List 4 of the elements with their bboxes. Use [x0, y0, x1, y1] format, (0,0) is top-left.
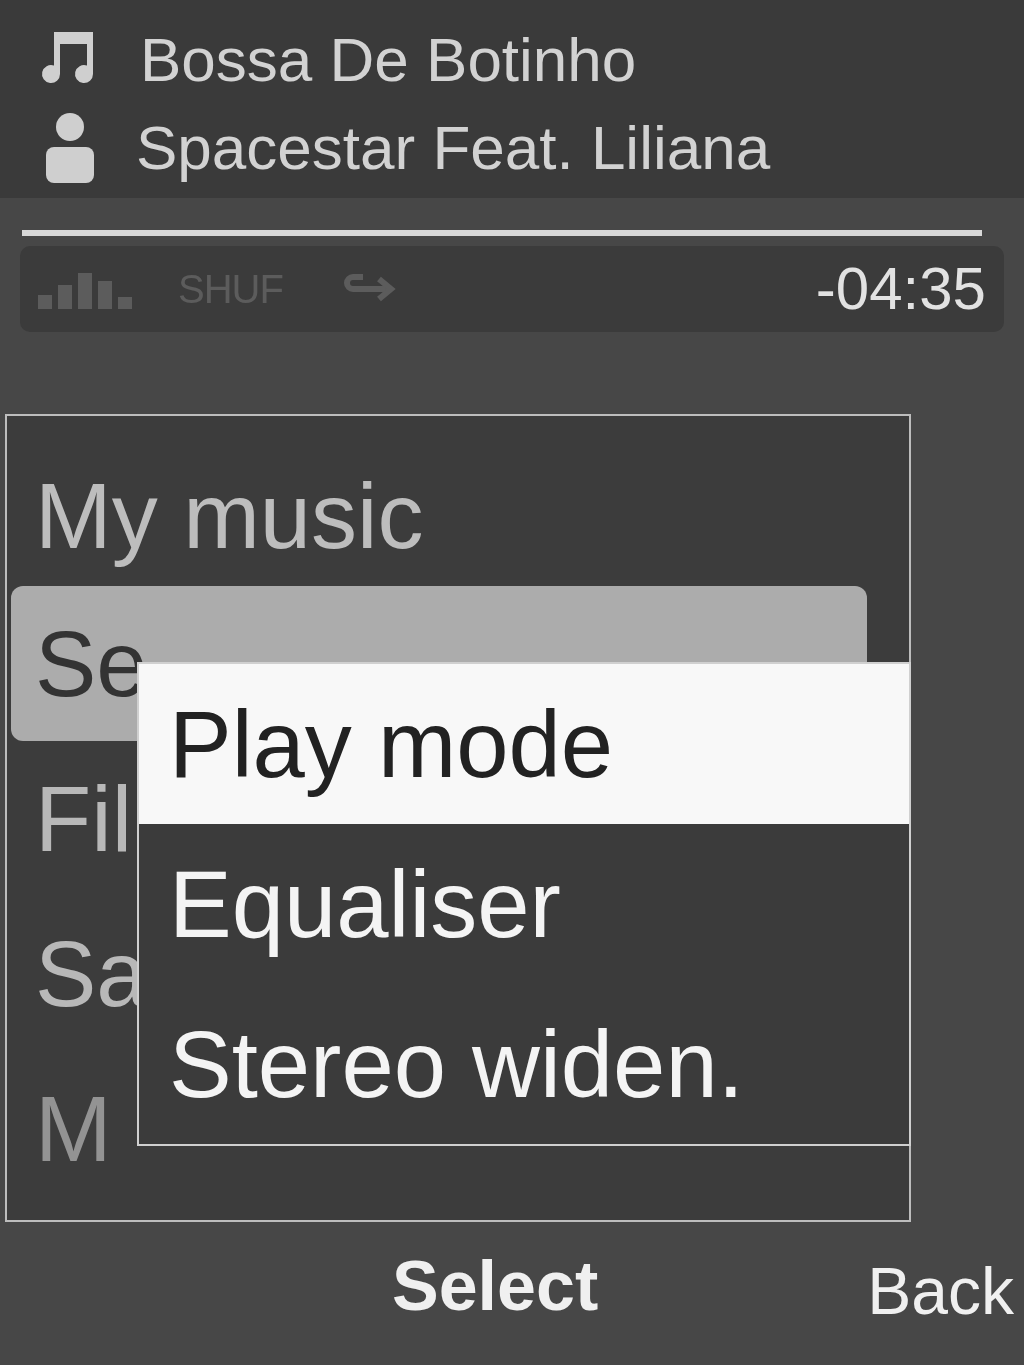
track-title: Bossa De Botinho	[140, 23, 637, 96]
artist-name: Spacestar Feat. Liliana	[136, 111, 771, 184]
menu-title: My music	[34, 464, 425, 569]
remaining-time: -04:35	[815, 254, 986, 324]
